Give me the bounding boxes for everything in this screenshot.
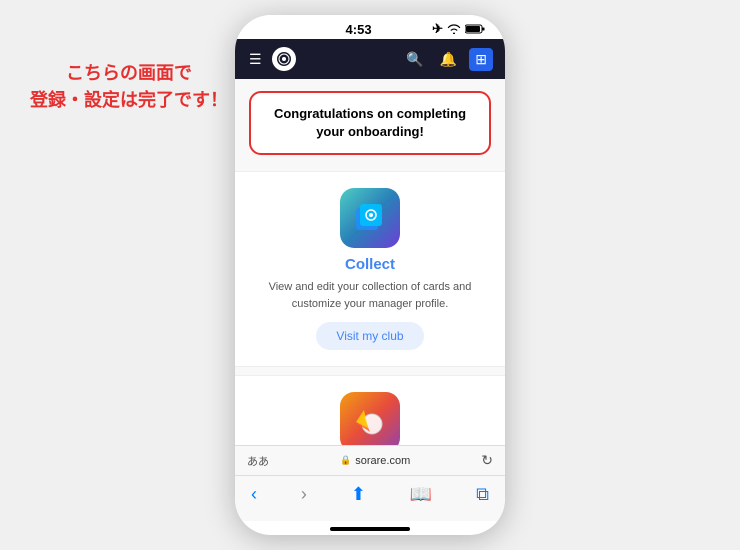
url-text: sorare.com: [355, 455, 410, 467]
play-section: Play Register teams for weekly competiti…: [235, 375, 505, 445]
page-content: Congratulations on completing your onboa…: [235, 79, 505, 445]
collect-section: Collect View and edit your collection of…: [235, 171, 505, 367]
congrats-banner: Congratulations on completing your onboa…: [249, 91, 491, 155]
home-bar: [330, 527, 410, 531]
status-bar: 4:53 ✈: [235, 15, 505, 39]
home-indicator: [235, 521, 505, 535]
share-button[interactable]: ⬆: [351, 484, 366, 505]
app-logo: [272, 47, 296, 71]
congrats-text: Congratulations on completing your onboa…: [274, 106, 466, 139]
status-icons: ✈: [432, 21, 485, 37]
bell-icon[interactable]: 🔔: [436, 49, 461, 70]
airplane-icon: ✈: [432, 21, 443, 37]
url-bar[interactable]: 🔒 sorare.com: [340, 455, 410, 467]
annotation-text: こちらの画面で 登録・設定は完了です！: [30, 60, 228, 114]
active-tab-icon[interactable]: ⊞: [469, 48, 493, 71]
search-icon[interactable]: 🔍: [402, 49, 427, 70]
play-icon: [340, 392, 400, 445]
browser-bottom-nav: ‹ › ⬆ 📖 ⧉: [235, 475, 505, 521]
bookmarks-button[interactable]: 📖: [410, 484, 432, 505]
annotation-line2: 登録・設定は完了です！: [30, 87, 228, 114]
refresh-icon[interactable]: ↻: [481, 452, 493, 469]
battery-icon: [465, 24, 485, 34]
app-nav-bar: ☰ 🔍 🔔 ⊞: [235, 39, 505, 79]
visit-my-club-button[interactable]: Visit my club: [316, 322, 423, 350]
wifi-icon: [447, 24, 461, 34]
lock-icon: 🔒: [340, 455, 351, 466]
menu-icon[interactable]: ☰: [247, 49, 264, 70]
collect-title: Collect: [345, 256, 395, 273]
status-time: 4:53: [285, 22, 432, 37]
phone-frame: 4:53 ✈ ☰: [235, 15, 505, 535]
collect-description: View and edit your collection of cards a…: [247, 279, 493, 312]
tabs-button[interactable]: ⧉: [476, 484, 489, 505]
collect-icon: [340, 188, 400, 248]
annotation-line1: こちらの画面で: [30, 60, 228, 87]
font-size-control[interactable]: ああ: [247, 453, 269, 469]
browser-bar: ああ 🔒 sorare.com ↻: [235, 445, 505, 475]
forward-button[interactable]: ›: [301, 484, 307, 505]
back-button[interactable]: ‹: [251, 484, 257, 505]
